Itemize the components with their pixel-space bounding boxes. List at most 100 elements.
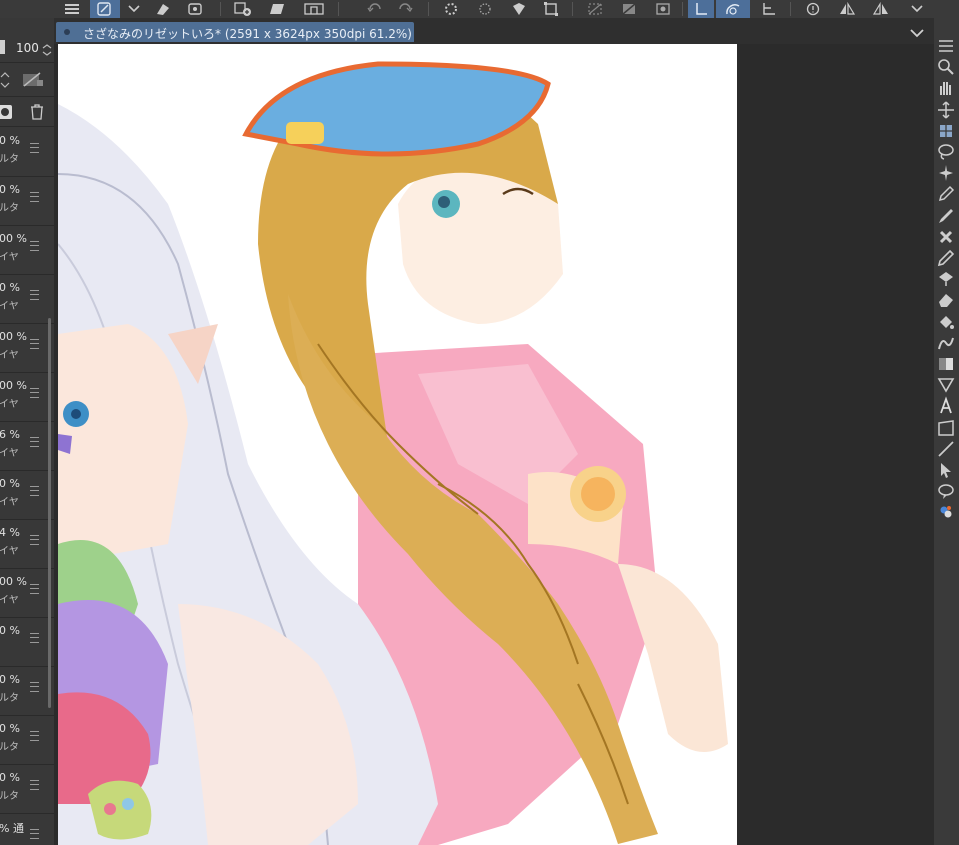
hand-icon[interactable] [936,78,956,98]
layer-row[interactable]: 6 % イヤ [0,421,54,471]
brush-icon[interactable] [936,227,956,247]
layer-menu-icon[interactable] [30,143,39,153]
canvas-area[interactable] [54,44,934,845]
magic-wand-icon[interactable] [936,163,956,183]
layer-opacity-text: 0 % [0,771,20,784]
layer-row[interactable]: 00 % イヤ [0,568,54,618]
layer-blend-mode-text: イヤ [0,301,19,312]
layer-row[interactable]: 0 % ルタ [0,127,54,177]
layer-row[interactable]: 4 % イヤ [0,519,54,569]
undo-icon[interactable] [362,0,388,18]
toolbar-chevron-down-icon[interactable] [904,0,930,18]
layer-opacity-text: 00 % [0,232,27,245]
layer-opacity-text: 6 % [0,428,20,441]
selection-clear-icon[interactable] [580,0,610,18]
layer-menu-icon[interactable] [30,241,39,251]
airbrush-icon[interactable] [936,269,956,289]
menu-icon[interactable] [936,36,956,56]
gradient-icon[interactable] [936,354,956,374]
tool-palette [934,18,959,845]
selection-layer-icon[interactable] [648,0,678,18]
loading-icon[interactable] [436,0,466,18]
grid-ruler-icon[interactable] [754,0,784,18]
layer-menu-icon[interactable] [30,339,39,349]
move-layer-icon[interactable] [936,121,956,141]
trash-icon[interactable] [30,104,44,124]
layer-menu-icon[interactable] [30,633,39,643]
blend-icon[interactable] [936,333,956,353]
opacity-value[interactable]: 100 [16,41,39,55]
eraser-icon[interactable] [936,290,956,310]
hamburger-menu-icon[interactable] [60,0,84,18]
opacity-slider-handle[interactable] [0,40,5,54]
layer-row[interactable]: 00 % イヤ [0,323,54,373]
layer-menu-icon[interactable] [30,388,39,398]
invert-selection-icon[interactable] [614,0,644,18]
layer-row[interactable]: % 通 [0,813,54,845]
document-tab[interactable]: さざなみのリゼットいろ* (2591 x 3624px 350dpi 61.2%… [56,22,414,42]
illustration-artwork [58,61,728,845]
fill-shape-icon[interactable] [504,0,534,18]
layer-row[interactable]: 0 % ルタ [0,176,54,226]
mask-visibility-icon[interactable] [22,72,46,92]
blend-stepper-icon[interactable] [0,72,10,92]
pen-icon[interactable] [936,206,956,226]
transform-icon[interactable] [470,0,500,18]
eyedropper-icon[interactable] [936,184,956,204]
layer-mask-icon[interactable] [296,0,332,18]
snap-ruler-icon[interactable] [688,0,714,18]
frame-icon[interactable] [936,418,956,438]
comment-icon[interactable] [798,0,828,18]
lasso-icon[interactable] [936,142,956,162]
text-icon[interactable] [936,396,956,416]
layer-menu-icon[interactable] [30,829,39,839]
pencil-icon[interactable] [936,248,956,268]
snap-curve-icon[interactable] [716,0,750,18]
layer-row[interactable]: 0 % ルタ [0,715,54,765]
color-icon[interactable] [936,502,956,522]
layer-menu-icon[interactable] [30,731,39,741]
layer-blend-mode-text: ルタ [0,154,19,165]
layer-row[interactable]: 0 % イヤ [0,470,54,520]
canvas-artwork[interactable] [58,44,737,845]
layer-opacity-text: 00 % [0,379,27,392]
layer-row[interactable]: 0 % イヤ [0,274,54,324]
layer-menu-icon[interactable] [30,192,39,202]
layer-row[interactable]: 00 % イヤ [0,372,54,422]
tab-chevron-down-icon[interactable] [910,23,924,42]
flip-vertical-icon[interactable] [866,0,896,18]
layer-menu-icon[interactable] [30,437,39,447]
copy-icon[interactable] [182,0,208,18]
layer-row[interactable]: 0 % ルタ [0,764,54,814]
folder-icon[interactable] [262,0,292,18]
opacity-stepper-icon[interactable] [42,41,52,60]
brush-tool-icon[interactable] [150,0,176,18]
redo-icon[interactable] [392,0,418,18]
new-layer-icon[interactable] [228,0,258,18]
balloon-icon[interactable] [936,481,956,501]
layer-row[interactable]: 00 % イヤ [0,225,54,275]
layer-panel-scrollbar[interactable] [48,318,51,708]
move-icon[interactable] [936,100,956,120]
layer-opacity-text: 0 % [0,281,20,294]
fill-icon[interactable] [936,312,956,332]
chevron-down-icon[interactable] [124,0,144,18]
operation-icon[interactable] [936,460,956,480]
layer-menu-icon[interactable] [30,780,39,790]
layer-menu-icon[interactable] [30,290,39,300]
zoom-icon[interactable] [936,57,956,77]
layer-opacity-row[interactable]: 100 [0,38,54,56]
record-icon[interactable] [0,104,13,124]
edit-pen-icon[interactable] [90,0,120,18]
layer-menu-icon[interactable] [30,682,39,692]
layer-row[interactable]: 0 % [0,617,54,667]
figure-icon[interactable] [936,375,956,395]
layer-blend-mode-text: イヤ [0,595,19,606]
layer-row[interactable]: 0 % ルタ [0,666,54,716]
layer-menu-icon[interactable] [30,486,39,496]
ruler-icon[interactable] [936,439,956,459]
flip-horizontal-icon[interactable] [832,0,862,18]
crop-icon[interactable] [536,0,566,18]
layer-menu-icon[interactable] [30,584,39,594]
layer-menu-icon[interactable] [30,535,39,545]
